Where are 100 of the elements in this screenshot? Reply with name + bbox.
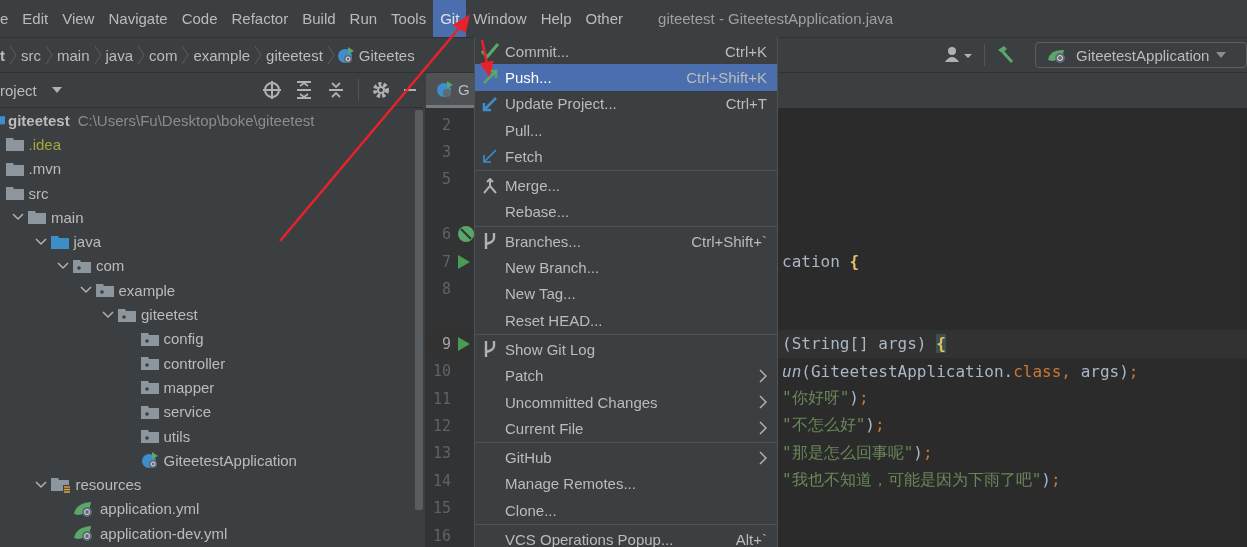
menu-item[interactable]: New Tag...	[475, 280, 777, 307]
code-line: "你好呀");	[782, 388, 869, 410]
branch-icon	[482, 340, 498, 359]
chevron-icon	[181, 45, 190, 65]
spring-class-icon	[140, 451, 159, 470]
tree-item[interactable]: com	[96, 257, 125, 275]
line-number: 9	[440, 334, 451, 353]
breadcrumb-item[interactable]: java	[101, 46, 138, 64]
menu-item[interactable]: Merge...	[475, 172, 777, 199]
folder-icon	[28, 210, 46, 225]
package-folder-icon	[140, 429, 159, 443]
breadcrumb-item[interactable]: main	[53, 46, 94, 64]
breadcrumb-item[interactable]: Giteetes	[354, 46, 419, 64]
package-folder-icon	[95, 283, 114, 298]
menu-item[interactable]: Patch	[475, 362, 777, 389]
chevron-icon[interactable]	[34, 478, 47, 491]
tree-item[interactable]: mapper	[163, 378, 215, 396]
check-icon	[481, 43, 499, 60]
tree-item[interactable]: example	[118, 281, 176, 299]
tree-item[interactable]: controller	[163, 354, 226, 372]
settings-icon[interactable]	[371, 80, 391, 100]
menu-item[interactable]: Branches... Ctrl+Shift+`	[475, 228, 777, 255]
menu-item[interactable]: Window	[466, 0, 534, 37]
arrow-down-left-icon	[482, 95, 498, 112]
breadcrumb-item[interactable]: example	[189, 46, 255, 64]
menu-item[interactable]: New Branch...	[475, 254, 777, 281]
menu-item[interactable]: Code	[174, 0, 225, 37]
breadcrumb-item[interactable]: src	[17, 46, 45, 64]
menu-item[interactable]: Show Git Log	[475, 336, 777, 363]
code-line: un(GiteetestApplication.class, args);	[782, 361, 1139, 381]
menu-item[interactable]: Pull...	[475, 116, 777, 144]
tree-item[interactable]: service	[163, 403, 211, 421]
run-configuration-dropdown[interactable]: GiteetestApplication	[1035, 42, 1247, 68]
scrollbar-thumb[interactable]	[415, 110, 423, 510]
menu-item[interactable]: Other	[578, 0, 631, 37]
arrow-up-right-icon	[482, 69, 498, 86]
project-path: C:\Users\Fu\Desktop\boke\giteetest	[77, 111, 315, 129]
menu-item[interactable]: Uncommitted Changes	[475, 388, 777, 416]
bean-icon[interactable]	[458, 226, 474, 243]
caret-icon	[50, 86, 63, 94]
run-icon[interactable]	[458, 254, 470, 269]
chevron-icon[interactable]	[34, 235, 47, 248]
menu-item[interactable]: Edit	[15, 0, 56, 37]
menu-item[interactable]: Clone...	[475, 497, 777, 524]
user-dropdown-icon[interactable]	[944, 46, 974, 64]
tree-item[interactable]: giteetest	[141, 306, 198, 323]
arrow-down-left-icon	[482, 148, 498, 165]
project-view-dropdown[interactable]: roject	[0, 81, 63, 99]
menu-item[interactable]: GitHub	[475, 444, 777, 471]
tree-item[interactable]: .idea	[28, 135, 62, 153]
code-line: cation {	[782, 252, 860, 272]
tree-item[interactable]: giteetest	[8, 111, 70, 129]
chevron-icon[interactable]	[57, 259, 69, 272]
menu-item[interactable]: Commit... Ctrl+K	[475, 38, 777, 65]
tree-item[interactable]: application.yml	[100, 500, 200, 518]
menu-item[interactable]: Build	[295, 0, 343, 37]
menu-item[interactable]: Rebase...	[475, 198, 777, 226]
menu-item[interactable]: Run	[342, 0, 385, 37]
menu-item[interactable]: Fetch	[475, 143, 777, 170]
chevron-icon	[45, 45, 53, 65]
tree-item[interactable]: utils	[163, 427, 191, 445]
locate-icon[interactable]	[262, 80, 282, 100]
tree-item[interactable]: java	[73, 233, 102, 251]
tree-item[interactable]: .mvn	[28, 160, 61, 178]
code-line: "那是怎么回事呢");	[782, 442, 933, 464]
collapse-all-icon[interactable]	[326, 80, 346, 100]
folder-icon	[50, 234, 69, 249]
chevron-icon[interactable]	[102, 308, 114, 321]
breadcrumb-item[interactable]: giteetest	[262, 46, 327, 64]
tree-item[interactable]: resources	[75, 476, 142, 494]
menu-item[interactable]: Current File	[475, 415, 777, 442]
menu-item[interactable]: Reset HEAD...	[475, 306, 777, 334]
breadcrumb-item[interactable]: t	[0, 46, 9, 64]
merge-icon	[482, 177, 498, 194]
menu-item[interactable]: View	[55, 0, 102, 37]
folder-icon	[5, 137, 24, 152]
tree-item[interactable]: src	[28, 184, 49, 202]
menu-item[interactable]: e	[0, 0, 16, 37]
menu-item[interactable]: Refactor	[224, 0, 296, 37]
breadcrumb-item[interactable]: com	[145, 46, 182, 64]
menu-item[interactable]: Help	[533, 0, 579, 37]
menu-item[interactable]: Push... Ctrl+Shift+K	[475, 64, 777, 91]
spring-class-icon	[436, 80, 454, 98]
package-folder-icon	[140, 404, 159, 419]
tree-item[interactable]: main	[51, 208, 84, 226]
expand-all-icon[interactable]	[294, 80, 314, 100]
menu-item[interactable]: Tools	[384, 0, 434, 37]
run-icon[interactable]	[458, 336, 470, 351]
code-line: (String[] args) {	[782, 334, 946, 354]
chevron-icon	[9, 45, 17, 65]
tree-item[interactable]: GiteetestApplication	[163, 451, 297, 469]
tree-item[interactable]: application-dev.yml	[100, 524, 228, 542]
package-folder-icon	[118, 307, 136, 322]
code-line: "不怎么好");	[782, 415, 885, 437]
menu-item[interactable]: Navigate	[101, 0, 175, 37]
menu-item[interactable]: Manage Remotes...	[475, 470, 777, 498]
tree-item[interactable]: config	[163, 330, 204, 348]
code-line: "我也不知道，可能是因为下雨了吧");	[782, 470, 1061, 492]
package-folder-icon	[140, 331, 159, 346]
folder-icon	[5, 186, 24, 201]
